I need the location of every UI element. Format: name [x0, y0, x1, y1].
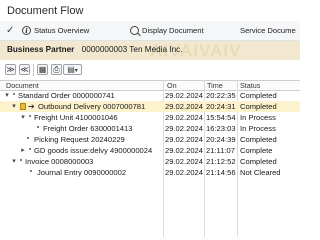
collapse-all-button[interactable]: ≪ [19, 64, 30, 75]
table-row[interactable]: ▾ Freight Unit 4100001046 29.02.2024 15:… [0, 112, 300, 123]
row-status: Completed [240, 135, 277, 144]
row-time: 20:22:35 [206, 91, 236, 100]
collapse-all-icon: ≪ [20, 65, 29, 74]
document-icon [37, 126, 39, 128]
row-date: 29.02.2024 [165, 168, 204, 177]
info-icon: i [22, 26, 31, 35]
display-document-label: Display Document [142, 26, 204, 35]
service-documents-label: Service Docume [240, 26, 296, 35]
column-settings-button[interactable]: ▦ [37, 64, 48, 75]
expand-all-button[interactable]: ≫ [5, 64, 16, 75]
column-time-header[interactable]: Time [207, 81, 223, 90]
row-date: 29.02.2024 [165, 157, 204, 166]
row-document: Freight Unit 4100001046 [34, 113, 118, 122]
document-icon [13, 93, 15, 95]
row-time: 20:24:39 [206, 135, 236, 144]
document-icon [29, 115, 31, 117]
business-partner-value: 0000000003 Ten Media Inc. [81, 45, 183, 54]
row-time: 21:11:07 [206, 146, 235, 155]
tree-toggle-icon[interactable]: ▾ [10, 156, 18, 167]
row-date: 29.02.2024 [165, 135, 204, 144]
display-document-button[interactable]: Display Document [130, 21, 204, 40]
document-icon [29, 148, 31, 150]
table-row[interactable]: Freight Order 6300001413 29.02.2024 16:2… [0, 123, 300, 134]
row-status: In Process [240, 113, 276, 122]
row-date: 29.02.2024 [165, 102, 204, 111]
document-icon [30, 170, 32, 172]
magnifier-icon [130, 26, 139, 35]
row-status: Not Cleared [240, 168, 281, 177]
tree-toolbar: ≫ ≪ ▦ ⎙ ▤▾ [0, 63, 300, 78]
table-row[interactable]: Journal Entry 0090000002 29.02.2024 21:1… [0, 167, 300, 178]
row-date: 29.02.2024 [165, 124, 204, 133]
column-document-header[interactable]: Document [6, 81, 39, 90]
row-date: 29.02.2024 [165, 113, 204, 122]
tree-toggle-icon[interactable]: ▾ [19, 112, 27, 123]
row-document: GD goods issue:delvy 4900000024 [34, 146, 153, 155]
table-row[interactable]: Picking Request 20240229 29.02.2024 20:2… [0, 134, 300, 145]
row-document: Picking Request 20240229 [34, 135, 125, 144]
row-document: Freight Order 6300001413 [43, 124, 133, 133]
row-status: In Process [240, 124, 276, 133]
table-row[interactable]: ▾ Standard Order 0000000741 29.02.2024 2… [0, 90, 300, 101]
row-status: Complete [240, 146, 273, 155]
table-row-selected[interactable]: ▾ ➔ Outbound Delivery 0007000781 29.02.2… [0, 101, 300, 112]
row-status: Completed [240, 102, 277, 111]
business-partner-label: Business Partner [7, 45, 75, 54]
layout-menu-button[interactable]: ▤▾ [63, 64, 82, 75]
layout-icon: ▤ [67, 65, 75, 74]
toolbar-divider [33, 64, 34, 76]
current-document-icon [20, 103, 26, 110]
main-toolbar: ✓ i Status Overview Display Document Ser… [0, 21, 300, 41]
row-time: 21:12:52 [206, 157, 236, 166]
tree-toggle-icon[interactable]: ▾ [3, 90, 11, 101]
tree-toggle-icon[interactable]: ▾ [10, 101, 18, 112]
window-title: Document Flow [7, 5, 84, 17]
chevron-down-icon: ▾ [74, 68, 78, 74]
row-document: Invoice 0008000003 [25, 157, 94, 166]
tree-toggle-icon[interactable]: ▸ [19, 145, 27, 156]
row-status: Completed [240, 157, 277, 166]
business-partner-bar: AIVAIVAIV Business Partner 0000000003 Te… [0, 41, 300, 60]
row-document: Journal Entry 0090000002 [37, 168, 127, 177]
table-row[interactable]: ▾ Invoice 0008000003 29.02.2024 21:12:52… [0, 156, 300, 167]
column-status-header[interactable]: Status [240, 81, 260, 90]
status-overview-button[interactable]: i Status Overview [22, 21, 89, 40]
arrow-right-icon: ➔ [28, 102, 35, 111]
table-row[interactable]: ▸ GD goods issue:delvy 4900000024 29.02.… [0, 145, 300, 156]
print-button[interactable]: ⎙ [51, 64, 62, 75]
row-date: 29.02.2024 [165, 146, 204, 155]
expand-all-icon: ≫ [6, 65, 15, 74]
status-overview-label: Status Overview [34, 26, 90, 35]
row-time: 15:54:54 [206, 113, 236, 122]
row-document: Standard Order 0000000741 [18, 91, 115, 100]
expand-toggle-button[interactable]: ✓ [6, 21, 19, 40]
row-time: 20:24:31 [206, 102, 236, 111]
column-on-header[interactable]: On [167, 81, 177, 90]
row-document: Outbound Delivery 0007000781 [38, 102, 146, 111]
row-status: Completed [240, 91, 277, 100]
document-icon [20, 159, 22, 161]
row-date: 29.02.2024 [165, 91, 204, 100]
row-time: 16:23:03 [206, 124, 236, 133]
print-icon: ⎙ [53, 65, 60, 74]
checkmark-icon: ✓ [6, 24, 15, 36]
service-documents-button[interactable]: Service Docume [240, 21, 296, 40]
row-time: 21:14:56 [206, 168, 236, 177]
document-icon [27, 137, 29, 139]
grid-icon: ▦ [38, 65, 47, 74]
